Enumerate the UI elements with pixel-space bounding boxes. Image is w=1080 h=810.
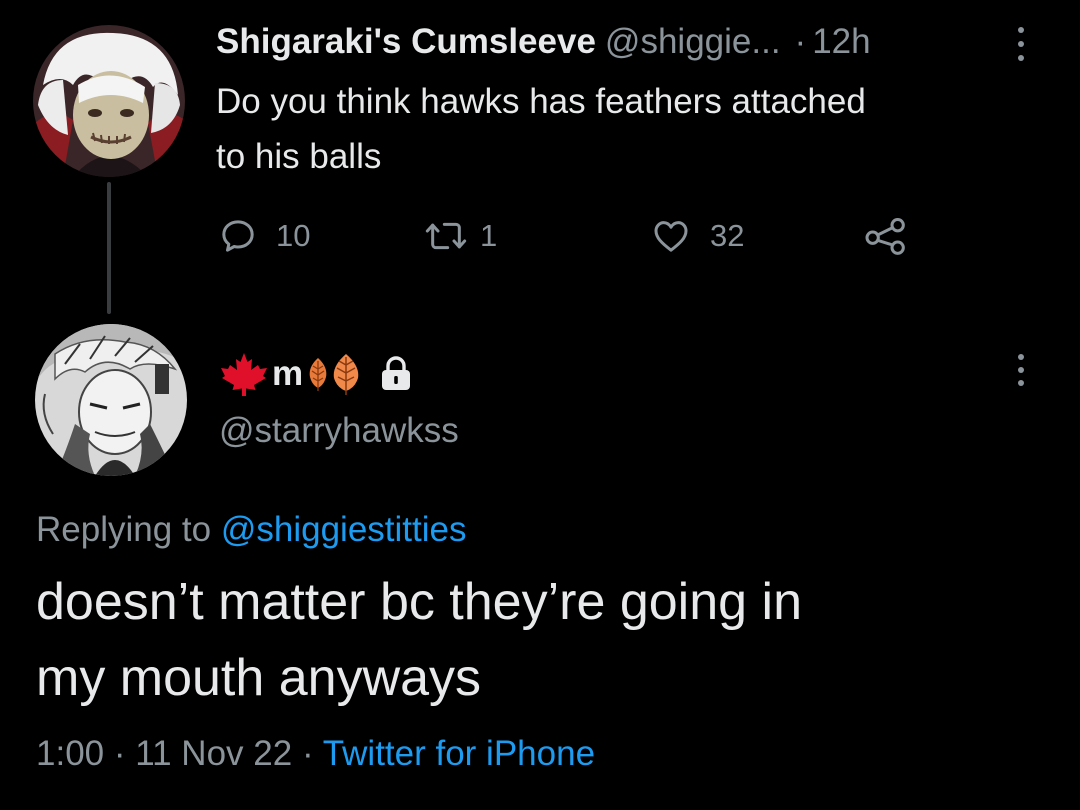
avatar-shigaraki[interactable] <box>33 25 185 177</box>
tweet-text-line: Do you think hawks has feathers attached <box>216 82 866 121</box>
tweet-meta: 1:00 · 11 Nov 22 · Twitter for iPhone <box>36 734 595 774</box>
like-count: 32 <box>710 218 745 253</box>
tweet-text-line: to his balls <box>216 137 382 176</box>
more-icon[interactable] <box>1016 27 1026 61</box>
display-name[interactable]: Shigaraki's Cumsleeve <box>216 22 596 62</box>
lock-icon <box>382 356 411 390</box>
user-handle[interactable]: @starryhawkss <box>219 411 459 451</box>
retweet-count: 1 <box>480 218 498 253</box>
thread-connector-line <box>107 182 111 314</box>
reply-count: 10 <box>276 218 311 253</box>
reply-text-line: my mouth anyways <box>36 649 482 707</box>
reply-icon <box>222 220 254 252</box>
avatar-starryhawkss[interactable] <box>35 324 187 476</box>
reply-author-name[interactable]: m <box>220 350 413 398</box>
avatar-image <box>33 25 185 177</box>
source-link[interactable]: Twitter for iPhone <box>323 734 595 773</box>
replying-to: Replying to @shiggiestitties <box>36 510 466 550</box>
user-handle[interactable]: @shiggie... <box>605 22 781 62</box>
mention-link[interactable]: @shiggiestitties <box>221 510 467 549</box>
separator-dot: · <box>301 734 314 773</box>
reply-button[interactable]: 10 <box>218 213 310 259</box>
tweet-time[interactable]: 12h <box>812 22 870 62</box>
reply-text-line: doesn’t matter bc they’re going in <box>36 573 802 631</box>
reply-time[interactable]: 1:00 <box>36 734 104 773</box>
reply-date[interactable]: 11 Nov 22 <box>135 734 292 773</box>
replying-prefix: Replying to <box>36 510 212 549</box>
retweet-button[interactable]: 1 <box>424 213 497 259</box>
display-name: m <box>272 354 304 393</box>
reply-text: doesn’t matter bc they’re going in my mo… <box>36 564 1046 716</box>
more-icon[interactable] <box>1016 354 1026 386</box>
tweet-text: Do you think hawks has feathers attached… <box>216 74 1046 184</box>
separator-dot: · <box>113 734 126 773</box>
retweet-icon <box>425 222 467 250</box>
heart-icon <box>654 221 688 252</box>
separator-dot: · <box>794 22 807 61</box>
like-button[interactable]: 32 <box>650 213 744 259</box>
share-icon <box>865 217 905 255</box>
autumn-leaf-icon <box>309 358 327 391</box>
maple-leaf-icon <box>221 353 267 396</box>
tweet-header: Shigaraki's Cumsleeve @shiggie... · 12h <box>216 20 1046 64</box>
share-button[interactable] <box>862 213 910 259</box>
autumn-leaf-icon <box>333 354 359 395</box>
avatar-image <box>35 324 187 476</box>
